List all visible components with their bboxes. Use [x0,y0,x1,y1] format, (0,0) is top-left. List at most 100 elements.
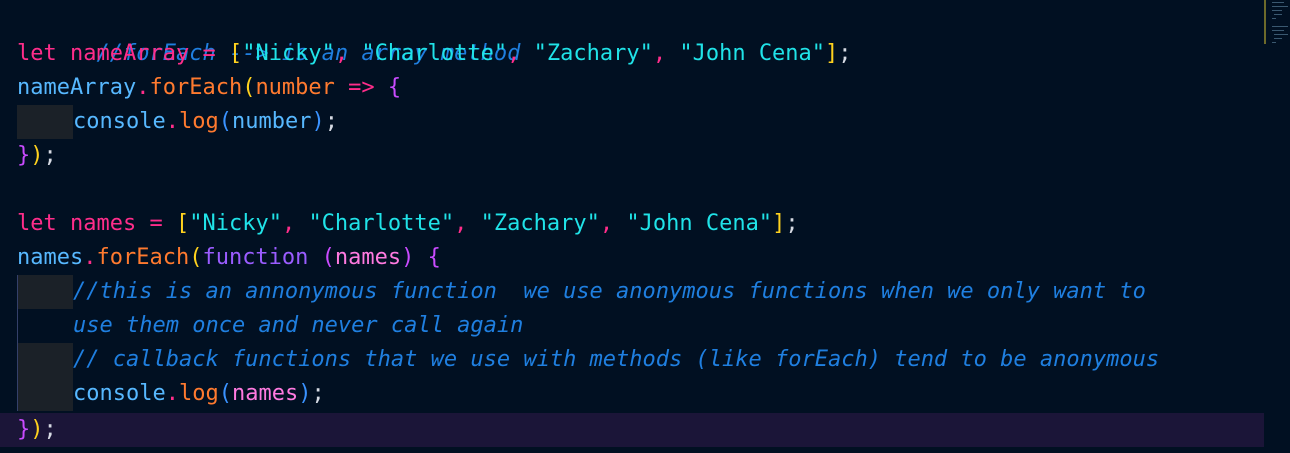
code-line-text: console.log(number); [73,105,338,139]
comma-token: , [599,211,627,236]
code-line-text: nameArray.forEach(number => { [17,71,401,105]
variable-token: nameArray [56,41,203,66]
parameter-token: names [334,245,402,270]
keyword-token: let [17,41,57,66]
indent-marker [17,275,73,309]
bracket-token: ( [218,381,232,406]
bracket-token: } [17,417,31,442]
bracket-token: } [17,143,31,168]
semicolon-token: ; [311,381,325,406]
minimap-line [1272,10,1282,11]
dot-token: . [83,245,97,270]
indent-guide [17,275,18,411]
code-line-5[interactable]: }); [0,139,1264,173]
dot-token: . [136,75,150,100]
code-line-4[interactable]: console.log(number); [0,105,1264,139]
bracket-token: ) [30,417,44,442]
code-line-text: use them once and never call again [73,309,523,343]
minimap-line [1274,38,1282,39]
comma-token: , [652,41,680,66]
method-token: forEach [96,245,190,270]
bracket-token: [ [228,41,243,66]
string-token: "John Cena" [626,211,773,236]
variable-token: names [17,245,84,270]
variable-token: console [73,381,166,406]
bracket-token: ) [30,143,44,168]
comma-token: , [454,211,481,236]
minimap-line [1272,26,1288,27]
code-line-text: console.log(names); [73,377,325,411]
code-line-9[interactable]: //this is an annonymous function we use … [0,275,1264,309]
string-token: "Nicky" [189,211,282,236]
bracket-token: ( [189,245,203,270]
code-line-text: }); [17,139,57,173]
code-line-2[interactable]: let nameArray = ["Nicky", "Charlotte", "… [0,37,1264,71]
code-line-7[interactable]: let names = ["Nicky", "Charlotte", "Zach… [0,207,1264,241]
comment-token: //this is an annonymous function we use … [73,279,1146,304]
code-line-text: }); [17,413,57,447]
arrow-token: => [348,75,375,100]
code-line-text: //this is an annonymous function we use … [73,275,1146,309]
indent-marker [17,105,73,139]
semicolon-token: ; [785,211,799,236]
method-token: log [178,381,219,406]
semicolon-token: ; [43,417,57,442]
code-line-10[interactable]: use them once and never call again [0,309,1264,343]
keyword-token: let [17,211,57,236]
minimap-line [1274,34,1288,35]
code-line-1[interactable]: //forEach --> is an array method [0,3,1264,66]
comment-token: use them once and never call again [73,313,524,338]
string-token: "John Cena" [679,41,826,66]
code-line-3[interactable]: nameArray.forEach(number => { [0,71,1264,105]
indent-marker [17,377,73,411]
code-editor[interactable]: //forEach --> is an array method let nam… [0,0,1290,453]
code-line-8[interactable]: names.forEach(function (names) { [0,241,1264,275]
code-line-text: let names = ["Nicky", "Charlotte", "Zach… [17,207,799,241]
code-line-text: // callback functions that we use with m… [73,343,1159,377]
code-line-13[interactable]: }); [0,413,1264,447]
code-line-12[interactable]: console.log(names); [0,377,1264,411]
bracket-token: ) [311,109,325,134]
dot-token: . [165,109,179,134]
bracket-token: { [427,245,441,270]
semicolon-token: ; [324,109,338,134]
comma-token: , [507,41,534,66]
dot-token: . [165,381,179,406]
keyword-token: function [202,245,309,270]
string-token: "Zachary" [533,41,653,66]
operator-token: = [149,211,163,236]
code-line-11[interactable]: // callback functions that we use with m… [0,343,1264,377]
method-token: log [178,109,219,134]
parameter-token: number [231,109,312,134]
minimap[interactable] [1264,0,1290,44]
code-line-text: names.forEach(function (names) { [17,241,441,275]
bracket-token: ( [218,109,232,134]
minimap-line [1274,14,1282,15]
variable-token: console [73,109,166,134]
string-token: "Nicky" [242,41,335,66]
minimap-line [1272,2,1284,3]
comma-token: , [281,211,309,236]
minimap-slider[interactable] [1264,0,1266,44]
comma-token: , [334,41,362,66]
bracket-token: [ [175,211,190,236]
bracket-token: { [387,75,402,100]
minimap-line [1272,6,1288,7]
method-token: forEach [149,75,243,100]
comment-token: // callback functions that we use with m… [73,347,1160,372]
string-token: "Zachary" [480,211,600,236]
variable-token: names [56,211,150,236]
bracket-token: ) [298,381,312,406]
bracket-token: ( [321,245,335,270]
code-line-6[interactable] [0,173,1264,207]
string-token: "Charlotte" [308,211,455,236]
code-line-text: let nameArray = ["Nicky", "Charlotte", "… [17,37,852,71]
minimap-line [1272,42,1276,43]
bracket-token: ] [772,211,786,236]
bracket-token: ( [242,75,256,100]
